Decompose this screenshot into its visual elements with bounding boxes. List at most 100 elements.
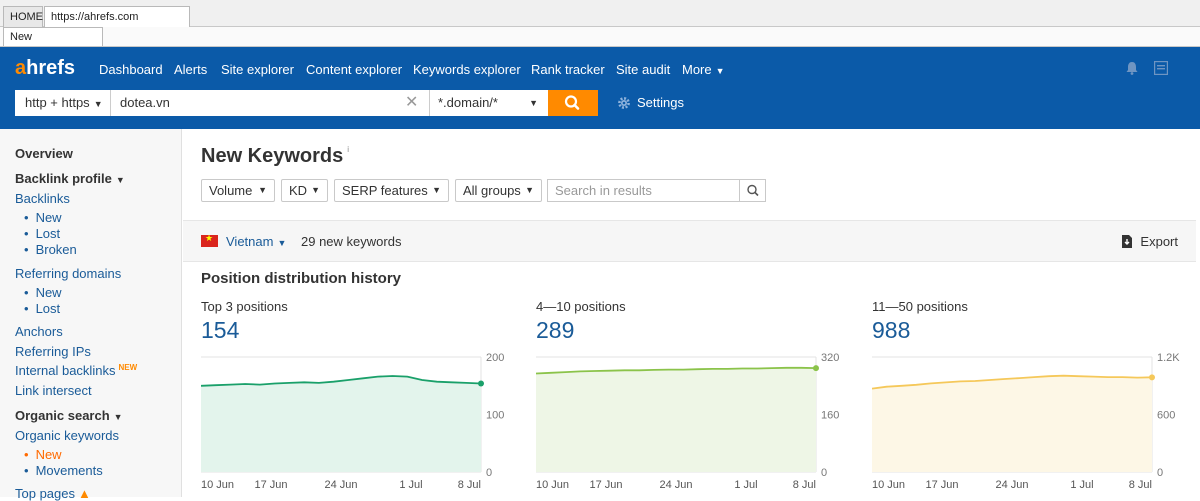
sidebar-item-referring-domains[interactable]: Referring domains [15, 266, 121, 281]
domain-value: dotea.vn [120, 95, 170, 110]
search-icon[interactable] [739, 179, 765, 202]
panel-value: 289 [536, 317, 575, 343]
position-chart-11-50: 1.2K 600 0 10 Jun 17 Jun 24 Jun 1 Jul 8 Jul [872, 352, 1180, 491]
sidebar-item-overview[interactable]: Overview [15, 146, 73, 161]
sidebar-section-organic-search[interactable]: Organic search ▼ [15, 408, 123, 423]
nav-more-label: More [682, 62, 712, 77]
series-area [536, 367, 816, 472]
sidebar-item-link-intersect[interactable]: Link intersect [15, 383, 92, 398]
x-tick-label: 10 Jun [201, 479, 234, 491]
sidebar-item-organic-keywords-new[interactable]: New [24, 447, 62, 462]
sidebar-item-label: Top pages [15, 486, 75, 501]
caret-down-icon: ▼ [113, 412, 123, 422]
y-tick-label: 320 [821, 352, 839, 364]
page-title-text: New Keywords [201, 145, 344, 167]
browser-tab-ahrefs[interactable]: https://ahrefs.com (1/20)✖ [44, 6, 190, 44]
nav-keywords-explorer[interactable]: Keywords explorer [413, 62, 521, 77]
x-tick-label: 8 Jul [793, 479, 816, 491]
mode-value: *.domain/* [438, 95, 498, 110]
sidebar-item-top-pages[interactable]: Top pages ▲ [15, 486, 91, 501]
protocol-value: http + https [25, 95, 90, 110]
sidebar-section-backlink-profile[interactable]: Backlink profile ▼ [15, 171, 125, 186]
search-icon [564, 95, 580, 110]
y-tick-label: 100 [486, 410, 504, 422]
panel-label: Top 3 positions [201, 299, 288, 314]
caret-down-icon: ▼ [529, 98, 538, 108]
x-tick-label: 1 Jul [1070, 479, 1093, 491]
browser-tab-home[interactable]: HOME [3, 6, 43, 27]
logo-text: hrefs [26, 57, 76, 79]
position-chart-4-10: 320 160 0 10 Jun 17 Jun 24 Jun 1 Jul 8 Jul [536, 352, 839, 491]
search-results-input[interactable]: Search in results [547, 179, 766, 202]
browser-subtab-new-keywords[interactable]: New Keywords✖ [3, 27, 103, 63]
nav-content-explorer[interactable]: Content explorer [306, 62, 402, 77]
serp-features-filter[interactable]: SERP features ▼ [334, 179, 449, 202]
bell-icon[interactable] [1125, 61, 1139, 75]
series-endpoint [478, 380, 484, 387]
sidebar-item-backlinks-broken[interactable]: Broken [24, 242, 77, 257]
sidebar-item-backlinks-new[interactable]: New [24, 210, 62, 225]
caret-down-icon: ▼ [525, 185, 534, 195]
kd-filter[interactable]: KD ▼ [281, 179, 328, 202]
sidebar-section-label: Organic search [15, 408, 110, 423]
sidebar-item-anchors[interactable]: Anchors [15, 324, 63, 339]
sidebar-item-referring-domains-lost[interactable]: Lost [24, 301, 61, 316]
vietnam-flag-icon [201, 233, 218, 247]
protocol-select[interactable]: http + https ▼ [15, 90, 111, 116]
panel-label: 11—50 positions [872, 299, 968, 314]
sidebar-section-label: Backlink profile [15, 171, 112, 186]
sidebar-item-movements[interactable]: Movements [24, 463, 103, 478]
sidebar-item-label: Internal backlinks [15, 363, 116, 378]
sidebar-item-backlinks-lost[interactable]: Lost [24, 226, 61, 241]
sidebar-item-referring-ips[interactable]: Referring IPs [15, 344, 91, 359]
clear-icon[interactable]: ✕ [405, 90, 418, 116]
x-tick-label: 10 Jun [872, 479, 905, 491]
sidebar-item-organic-keywords[interactable]: Organic keywords [15, 428, 119, 443]
series-area [872, 375, 1152, 472]
domain-input[interactable]: dotea.vn [111, 90, 429, 116]
x-tick-label: 1 Jul [399, 479, 422, 491]
new-badge: NEW [118, 363, 138, 372]
nav-alerts[interactable]: Alerts [174, 62, 207, 77]
flame-icon: ▲ [78, 486, 91, 501]
panel-value: 988 [872, 317, 911, 343]
y-tick-label: 160 [821, 410, 839, 422]
caret-down-icon: ▼ [93, 99, 103, 109]
nav-site-audit[interactable]: Site audit [616, 62, 670, 77]
export-icon [1122, 235, 1133, 248]
nav-site-explorer[interactable]: Site explorer [221, 62, 294, 77]
caret-down-icon: ▼ [277, 238, 287, 248]
country-bar: Vietnam▼ 29 new keywords Export [183, 220, 1196, 262]
nav-more[interactable]: More ▼ [682, 62, 725, 77]
filter-label: Volume [209, 183, 253, 198]
y-tick-label: 0 [1157, 467, 1163, 479]
y-tick-label: 1.2K [1157, 352, 1180, 364]
sidebar-item-referring-domains-new[interactable]: New [24, 285, 62, 300]
message-icon[interactable] [1154, 61, 1168, 75]
browser-tab-label: HOME [10, 11, 43, 23]
ahrefs-logo[interactable]: ahrefs [15, 57, 75, 80]
volume-filter[interactable]: Volume ▼ [201, 179, 275, 202]
x-tick-label: 17 Jun [925, 479, 958, 491]
x-tick-label: 24 Jun [995, 479, 1028, 491]
nav-dashboard[interactable]: Dashboard [99, 62, 163, 77]
caret-down-icon: ▼ [258, 185, 267, 195]
nav-rank-tracker[interactable]: Rank tracker [531, 62, 605, 77]
country-select[interactable]: Vietnam ▼ [226, 234, 286, 249]
search-button[interactable] [548, 90, 598, 116]
mode-select[interactable]: *.domain/* ▼ [429, 90, 548, 116]
y-tick-label: 0 [486, 467, 492, 479]
browser-subtab-bar: New Keywords✖ [0, 27, 1200, 63]
info-icon[interactable]: i [347, 145, 349, 154]
sidebar-item-internal-backlinks[interactable]: Internal backlinks NEW [15, 363, 137, 378]
settings-button[interactable]: Settings [617, 90, 684, 116]
filter-label: SERP features [342, 183, 428, 198]
sidebar-item-backlinks[interactable]: Backlinks [15, 191, 70, 206]
caret-down-icon: ▼ [432, 185, 441, 195]
export-button[interactable]: Export [1121, 234, 1178, 249]
groups-filter[interactable]: All groups ▼ [455, 179, 542, 202]
series-area [201, 376, 481, 472]
series-endpoint [1149, 374, 1155, 381]
chart-panel-top3: Top 3 positions 154 200 100 0 10 Jun 17 Jun 2… [201, 297, 521, 497]
x-tick-label: 24 Jun [659, 479, 692, 491]
